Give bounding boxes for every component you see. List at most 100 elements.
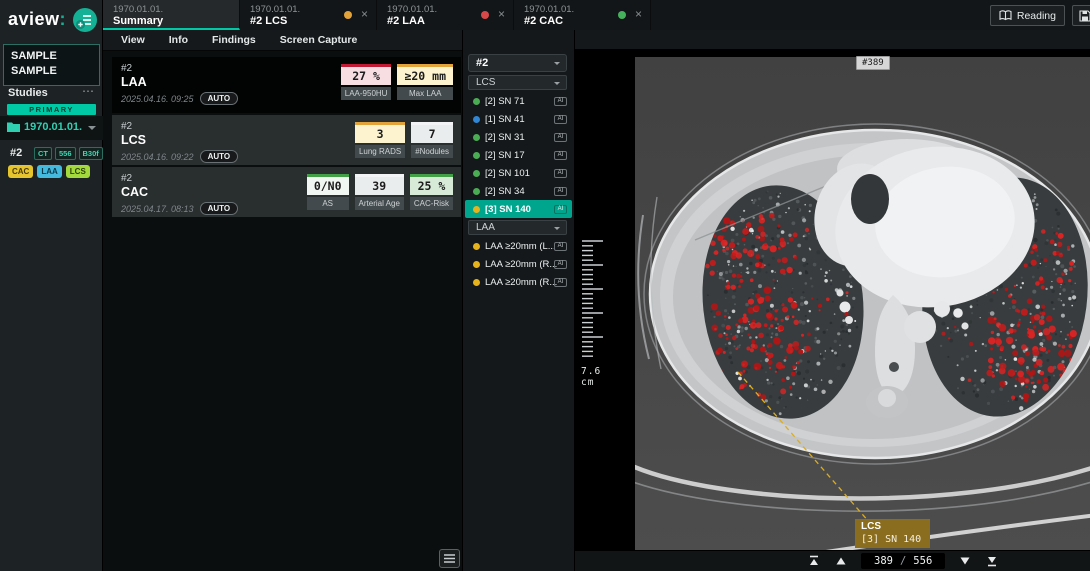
stat-label: CAC-Risk	[410, 197, 453, 210]
list-icon	[444, 554, 455, 563]
tab-2-cac[interactable]: 1970.01.01.#2 CAC×	[514, 0, 651, 30]
folder-icon	[7, 121, 20, 132]
finding-dot	[473, 188, 480, 195]
finding-annotation-label[interactable]: LCS [3] SN 140	[855, 519, 930, 548]
slice-total: 556	[913, 555, 932, 567]
menu-info[interactable]: Info	[169, 34, 188, 46]
next-slice-button[interactable]	[958, 554, 972, 568]
series-select[interactable]: #2	[468, 54, 567, 72]
series-badges: CT556B30f	[34, 147, 103, 160]
stat-label: Arterial Age	[355, 197, 404, 210]
finding-label: [1] SN 41	[485, 114, 525, 125]
summary-card-laa[interactable]: #2LAA2025.04.16. 09:25AUTO27 %LAA-950HU≥…	[112, 57, 461, 113]
ai-badge: AI	[554, 205, 567, 214]
study-item[interactable]: 1970.01.01.	[0, 116, 103, 140]
finding-label: [2] SN 71	[485, 96, 525, 107]
last-slice-button[interactable]	[985, 554, 999, 568]
summary-card-lcs[interactable]: #2LCS2025.04.16. 09:22AUTO3Lung RADS7#No…	[112, 115, 461, 165]
ai-badge: AI	[554, 242, 567, 251]
previous-slice-button[interactable]	[834, 554, 848, 568]
card-date: 2025.04.17. 08:13	[121, 204, 194, 214]
finding-item[interactable]: LAA ≥20mm (R...AI	[465, 273, 572, 291]
stat-value: ≥20 mm	[397, 64, 453, 85]
card-stats: 27 %LAA-950HU≥20 mmMax LAA	[341, 64, 453, 100]
ruler-scale-label: 7.6 cm	[581, 366, 621, 388]
module-badge-lcs[interactable]: LCS	[66, 165, 90, 178]
ai-badge: AI	[554, 97, 567, 106]
series-badge-b30f: B30f	[79, 147, 103, 160]
status-dot-ok	[618, 11, 626, 19]
close-icon[interactable]: ×	[635, 7, 642, 21]
findings-panel: #2 LCS[2] SN 71AI[1] SN 41AI[2] SN 31AI[…	[463, 30, 575, 571]
app-root: aview: SAMPLE SAMPLE Studies ⋯ PRIMARY 1…	[0, 0, 1090, 571]
chevron-down-icon	[554, 82, 560, 85]
finding-label: [2] SN 101	[485, 168, 530, 179]
summary-card-cac[interactable]: #2CAC2025.04.17. 08:13AUTO0/N0AS39Arteri…	[112, 167, 461, 217]
finding-item[interactable]: [2] SN 34AI	[465, 182, 572, 200]
finding-item[interactable]: [2] SN 71 AI	[465, 92, 572, 110]
tab-date: 1970.01.01.	[113, 4, 229, 15]
menu-view[interactable]: View	[121, 34, 145, 46]
group-select-value: LCS	[476, 77, 495, 88]
reading-label: Reading	[1017, 10, 1056, 22]
tabbar-actions: Reading	[960, 0, 1090, 30]
tab-2-lcs[interactable]: 1970.01.01.#2 LCS×	[240, 0, 377, 30]
status-dot-alert	[481, 11, 489, 19]
card-stats: 3Lung RADS7#Nodules	[355, 122, 453, 158]
layout-list-button[interactable]	[439, 549, 460, 568]
menu-findings[interactable]: Findings	[212, 34, 256, 46]
finding-item[interactable]: [2] SN 17AI	[465, 146, 572, 164]
finding-label: LAA ≥20mm (R...	[485, 259, 557, 270]
close-icon[interactable]: ×	[361, 7, 368, 21]
group-select-lcs[interactable]: LCS	[468, 75, 567, 90]
group-select-value: LAA	[476, 222, 495, 233]
slice-separator: /	[900, 555, 906, 567]
finding-dot	[473, 170, 480, 177]
slice-current: 389	[874, 555, 893, 567]
chevron-down-icon	[554, 62, 560, 65]
last-slice-icon	[986, 555, 998, 567]
reading-button[interactable]: Reading	[990, 5, 1065, 26]
finding-label: LAA ≥20mm (R...	[485, 277, 557, 288]
app-logo: aview:	[0, 0, 103, 40]
study-date: 1970.01.01.	[24, 121, 82, 133]
tab-2-laa[interactable]: 1970.01.01.#2 LAA×	[377, 0, 514, 30]
finding-item[interactable]: [3] SN 140 AI	[465, 200, 572, 218]
first-slice-button[interactable]	[807, 554, 821, 568]
close-icon[interactable]: ×	[498, 7, 505, 21]
stat-label: Lung RADS	[355, 145, 405, 158]
card-date: 2025.04.16. 09:22	[121, 152, 194, 162]
finding-item[interactable]: [1] SN 41AI	[465, 110, 572, 128]
auto-badge: AUTO	[200, 92, 239, 105]
finding-item[interactable]: [2] SN 101AI	[465, 164, 572, 182]
series-list-logo-icon	[72, 7, 98, 33]
ellipsis-icon[interactable]: ⋯	[82, 84, 95, 98]
chevron-down-icon[interactable]	[88, 126, 96, 130]
annotation-finding: [3] SN 140	[861, 533, 924, 546]
stat-max-laa: ≥20 mmMax LAA	[397, 64, 453, 100]
patient-info-box[interactable]: SAMPLE SAMPLE	[3, 44, 100, 86]
finding-item[interactable]: [2] SN 31AI	[465, 128, 572, 146]
series-row[interactable]: #2 CT556B30f	[0, 147, 103, 161]
save-button[interactable]	[1072, 5, 1090, 26]
finding-label: [3] SN 140	[485, 204, 531, 215]
module-badge-cac[interactable]: CAC	[8, 165, 33, 178]
card-stats: 0/N0AS39Arterial Age25 %CAC-Risk	[307, 174, 453, 210]
ct-viewport[interactable]: #389 7.6 cm LCS [3] SN 140	[575, 50, 1090, 550]
patient-name-line2: SAMPLE	[11, 64, 92, 79]
stat-value: 3	[355, 122, 405, 143]
finding-item[interactable]: LAA ≥20mm (R...AI	[465, 255, 572, 273]
module-badge-laa[interactable]: LAA	[37, 165, 61, 178]
tab-bar: 1970.01.01.Summary1970.01.01.#2 LCS×1970…	[103, 0, 1090, 30]
menu-screen-capture[interactable]: Screen Capture	[280, 34, 358, 46]
group-select-laa[interactable]: LAA	[468, 220, 567, 235]
finding-dot	[473, 152, 480, 159]
book-icon	[999, 10, 1012, 21]
tab-title: Summary	[113, 15, 229, 28]
save-icon	[1079, 10, 1090, 22]
patient-name-line1: SAMPLE	[11, 49, 92, 64]
finding-dot	[473, 98, 480, 105]
finding-item[interactable]: LAA ≥20mm (L...AI	[465, 237, 572, 255]
slice-counter: 389 / 556	[861, 553, 945, 569]
tab-summary[interactable]: 1970.01.01.Summary	[103, 0, 240, 30]
